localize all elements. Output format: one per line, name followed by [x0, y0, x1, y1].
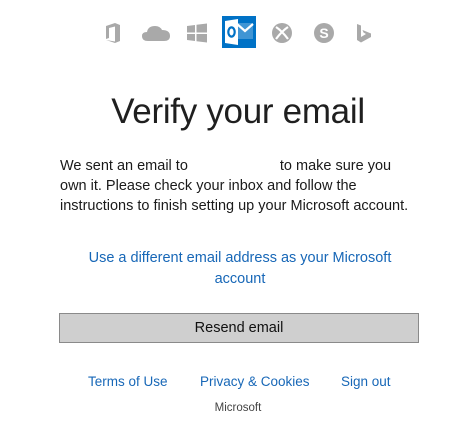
verification-message: We sent an email to to make sure you own … [60, 156, 410, 216]
sign-out-link[interactable]: Sign out [341, 374, 391, 389]
terms-of-use-link[interactable]: Terms of Use [88, 374, 168, 389]
resend-email-button[interactable]: Resend email [59, 313, 419, 343]
use-different-email-link[interactable]: Use a different email address as your Mi… [70, 248, 410, 290]
bing-icon[interactable] [354, 18, 374, 48]
windows-icon[interactable] [186, 18, 208, 48]
onedrive-icon[interactable] [140, 18, 172, 48]
office-icon[interactable] [102, 18, 124, 48]
page-title: Verify your email [111, 92, 365, 131]
privacy-cookies-link[interactable]: Privacy & Cookies [200, 374, 310, 389]
product-icon-bar: S [0, 16, 476, 48]
svg-text:S: S [319, 25, 328, 41]
message-prefix: We sent an email to [60, 158, 188, 174]
microsoft-brand: Microsoft [214, 402, 262, 414]
xbox-icon[interactable] [270, 18, 294, 48]
skype-icon[interactable]: S [312, 18, 336, 48]
outlook-icon[interactable] [221, 14, 257, 50]
